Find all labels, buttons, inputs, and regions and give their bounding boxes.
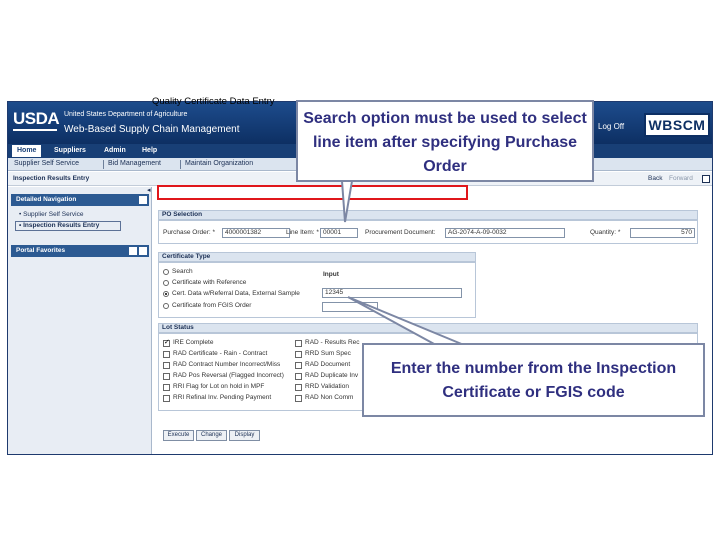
callout-enter-number: Enter the number from the Inspection Cer… xyxy=(362,343,705,417)
callout-search-option: Search option must be used to select lin… xyxy=(296,100,594,182)
callout-tails xyxy=(340,180,465,346)
bottom-callout-tail xyxy=(347,296,465,346)
top-callout-tail xyxy=(340,180,354,223)
